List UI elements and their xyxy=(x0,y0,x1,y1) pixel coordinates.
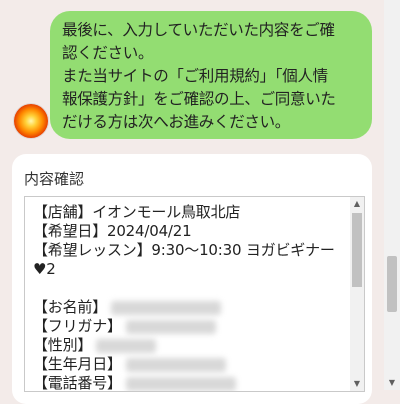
scroll-down-icon[interactable]: ▼ xyxy=(350,377,364,391)
phone-label: 【電話番号】 xyxy=(33,374,122,392)
gender-label: 【性別】 xyxy=(33,336,93,354)
store-line: 【店舗】イオンモール鳥取北店 xyxy=(33,203,241,221)
confirm-title: 内容確認 xyxy=(24,170,85,188)
message-line: 認ください。 xyxy=(62,44,154,62)
phone-line: 【電話番号】 xyxy=(33,374,340,392)
redacted-gender xyxy=(96,338,157,353)
name-line: 【お名前】 xyxy=(33,298,340,317)
textarea-scrollbar[interactable]: ▲ ▼ xyxy=(350,197,364,391)
redacted-birthday xyxy=(125,357,226,372)
bot-avatar xyxy=(14,104,48,138)
page-scrollbar[interactable]: ▼ xyxy=(384,0,400,390)
confirm-textarea[interactable]: 【店舗】イオンモール鳥取北店 【希望日】2024/04/21 【希望レッスン】9… xyxy=(24,196,365,392)
redacted-name xyxy=(111,300,222,315)
name-label: 【お名前】 xyxy=(33,298,108,316)
birthday-line: 【生年月日】 xyxy=(33,355,340,374)
message-line: 最後に、入力していただいた内容をご確 xyxy=(62,21,335,39)
scroll-up-icon[interactable]: ▲ xyxy=(350,197,364,211)
confirm-card: 内容確認 【店舗】イオンモール鳥取北店 【希望日】2024/04/21 【希望レ… xyxy=(12,154,372,404)
redacted-kana xyxy=(125,319,216,334)
redacted-phone xyxy=(125,376,236,391)
page-scroll-thumb[interactable] xyxy=(387,256,397,312)
birthday-label: 【生年月日】 xyxy=(33,355,122,373)
kana-line: 【フリガナ】 xyxy=(33,317,340,336)
chat-message-bubble: 最後に、入力していただいた内容をご確 認ください。 また当サイトの「ご利用規約」… xyxy=(50,11,372,139)
page-scroll-down-icon[interactable]: ▼ xyxy=(384,376,400,390)
kana-label: 【フリガナ】 xyxy=(33,317,122,335)
gender-line: 【性別】 xyxy=(33,336,340,355)
textarea-scroll-thumb[interactable] xyxy=(352,213,362,287)
lesson-line: 【希望レッスン】9:30〜10:30 ヨガビギナー ♥2 xyxy=(33,241,335,278)
message-line: 報保護方針」をご確認の上、ご同意いた xyxy=(62,90,336,108)
message-line: また当サイトの「ご利用規約」「個人情 xyxy=(62,67,328,85)
message-line: だける方は次へお進みください。 xyxy=(62,113,291,131)
date-line: 【希望日】2024/04/21 xyxy=(33,222,192,240)
